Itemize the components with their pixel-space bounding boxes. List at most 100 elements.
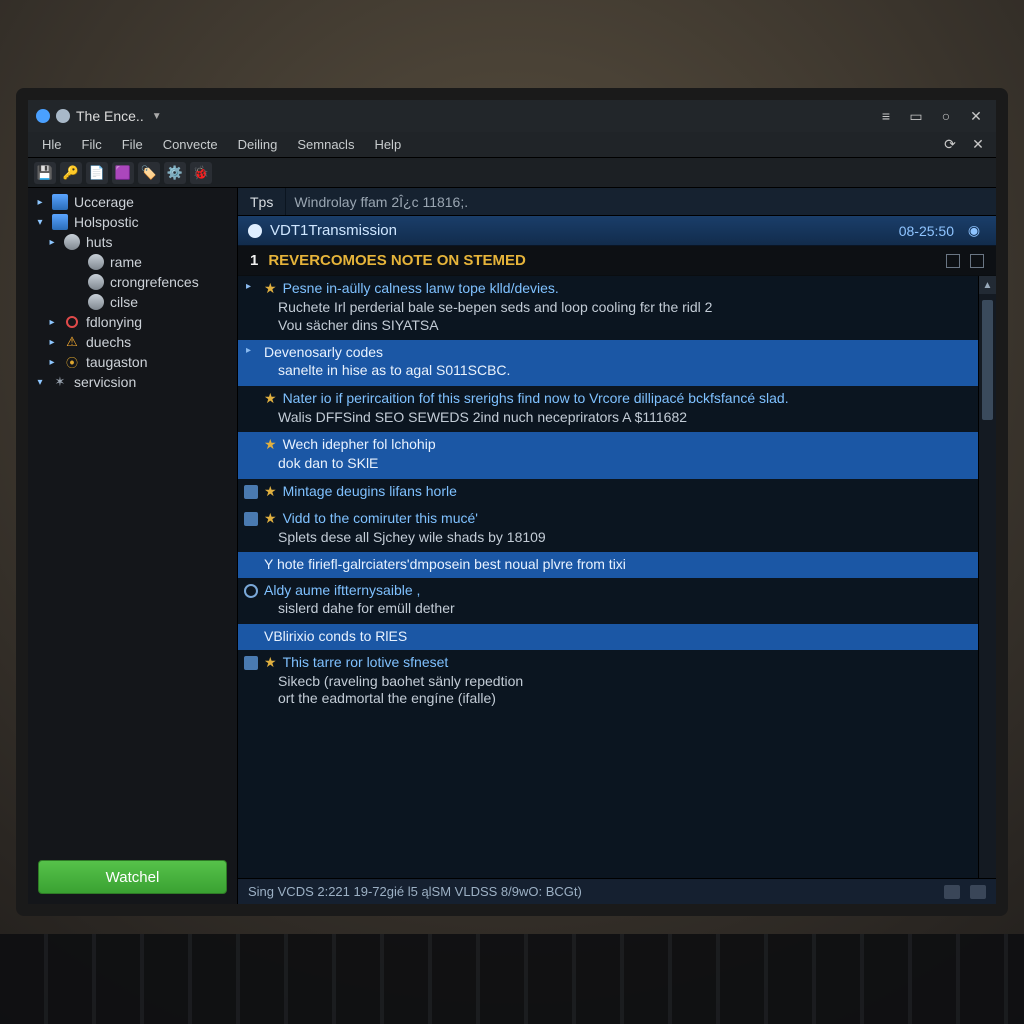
row-body: sanelte in hise as to agal S011SCBC. (264, 360, 968, 380)
sidebar-item[interactable]: crongrefences (30, 272, 237, 292)
twist-icon[interactable]: ▸ (34, 197, 46, 208)
panel-close-icon[interactable]: ✕ (966, 133, 990, 157)
twist-icon[interactable]: ▸ (46, 237, 58, 248)
twist-icon[interactable]: ▸ (46, 357, 58, 368)
content-pane: Tps Windrolay ffam 2Î¿c 11816;. VDT1Tran… (238, 188, 996, 904)
title-dropdown-icon[interactable]: ▼ (152, 111, 162, 122)
user-icon (88, 294, 104, 310)
twist-icon[interactable]: ▾ (34, 217, 46, 228)
close-button[interactable]: ✕ (964, 104, 988, 128)
sidebar-item-label: cilse (110, 294, 138, 310)
row-title: Devenosarly codes (264, 344, 383, 360)
star-icon: ★ (264, 390, 277, 406)
maximize-button[interactable]: ○ (934, 104, 958, 128)
sidebar-item[interactable]: ▸ ⚠ duechs (30, 332, 237, 352)
key-icon[interactable]: 🔑 (60, 162, 82, 184)
doc-icon (244, 485, 258, 499)
minimize-button[interactable]: ▭ (904, 104, 928, 128)
sidebar-item[interactable]: ▸ ⦿ taugaston (30, 352, 237, 372)
tab-path: Windrolay ffam 2Î¿c 11816;. (286, 188, 996, 215)
gear-icon[interactable]: ⚙️ (164, 162, 186, 184)
warning-icon: ⚠ (64, 334, 80, 350)
list-item[interactable]: ▸★Pesne in-aülly calness lanw tope klld/… (238, 276, 978, 340)
star-icon: ★ (264, 280, 277, 296)
list-item[interactable]: ★Mintage deugins lifans horle (238, 479, 978, 506)
sidebar-item-label: taugaston (86, 354, 148, 370)
menu-file[interactable]: File (114, 135, 151, 154)
row-body: Ruchete Irl perderial bale se-bepen seds… (264, 297, 968, 334)
star-icon: ★ (264, 483, 277, 499)
sidebar-item[interactable]: cilse (30, 292, 237, 312)
row-title: This tarre ror lotive sfneset (283, 654, 449, 670)
save-icon[interactable]: 💾 (34, 162, 56, 184)
list-item[interactable]: VBlirixio conds to RlES (238, 624, 978, 650)
titlebar: The Ence.. ▼ ≡ ▭ ○ ✕ (28, 100, 996, 132)
error-icon (64, 314, 80, 330)
lock-icon: ⦿ (64, 354, 80, 370)
scroll-up-icon[interactable]: ▲ (979, 276, 996, 294)
tabs: Tps Windrolay ffam 2Î¿c 11816;. (238, 188, 996, 216)
row-title: Y hote firiefl-galrciaters'dmposein best… (264, 556, 626, 572)
section-title: VDT1Transmission (270, 222, 397, 239)
tab-tps[interactable]: Tps (238, 188, 286, 215)
main-split: ▸Uccerage▾Holspostic▸huts rame crongrefenc… (28, 188, 996, 904)
menu-deiling[interactable]: Deiling (230, 135, 286, 154)
banner-box-icon[interactable] (946, 254, 960, 268)
row-twist-icon[interactable]: ▸ (246, 345, 251, 356)
tag-icon[interactable]: 🏷️ (138, 162, 160, 184)
menu-semnacls[interactable]: Semnacls (289, 135, 362, 154)
banner-box-icon-2[interactable] (970, 254, 984, 268)
row-body: dok dan to SKlE (264, 453, 968, 473)
row-body: Sikecb (raveling baohet sänly repedtiono… (264, 671, 968, 708)
list-item[interactable]: ▸ Devenosarly codessanelte in hise as to … (238, 340, 978, 386)
list-item[interactable]: ★Nater io if perircaition fof this sreri… (238, 386, 978, 433)
app-icon (36, 109, 50, 123)
gear-icon: ✶ (52, 374, 68, 390)
bug-icon[interactable]: 🐞 (190, 162, 212, 184)
sidebar-item[interactable]: rame (30, 252, 237, 272)
row-title: VBlirixio conds to RlES (264, 628, 407, 644)
status-icon-2[interactable] (970, 885, 986, 899)
scroll-thumb[interactable] (982, 300, 993, 420)
circle-icon (244, 584, 258, 598)
refresh-icon[interactable]: ⟳ (938, 133, 962, 157)
sidebar-item[interactable]: ▾ ✶ servicsion (30, 372, 237, 392)
cube-icon[interactable]: 🟪 (112, 162, 134, 184)
menu-filc[interactable]: Filc (74, 135, 110, 154)
sidebar-tree: ▸Uccerage▾Holspostic▸huts rame crongrefenc… (28, 188, 237, 850)
menu-convecte[interactable]: Convecte (155, 135, 226, 154)
list-item[interactable]: Y hote firiefl-galrciaters'dmposein best… (238, 552, 978, 578)
star-icon: ★ (264, 436, 277, 452)
menu-help[interactable]: Help (366, 135, 409, 154)
twist-icon[interactable]: ▸ (46, 317, 58, 328)
list-item[interactable]: ★This tarre ror lotive sfnesetSikecb (ra… (238, 650, 978, 714)
sidebar-item[interactable]: ▸huts (30, 232, 237, 252)
row-body: Splets dese all Sjchey wile shads by 181… (264, 527, 968, 547)
sidebar-item-label: rame (110, 254, 142, 270)
sidebar-item-label: servicsion (74, 374, 136, 390)
sidebar-item[interactable]: ▸fdlonying (30, 312, 237, 332)
star-icon: ★ (264, 510, 277, 526)
status-icon-1[interactable] (944, 885, 960, 899)
twist-icon[interactable]: ▸ (46, 337, 58, 348)
menu-hle[interactable]: Hle (34, 135, 70, 154)
sidebar-item[interactable]: ▾Holspostic (30, 212, 237, 232)
list-item[interactable]: ★Wech idepher fol lchohipdok dan to SKlE (238, 432, 978, 479)
watch-button[interactable]: Watchel (38, 860, 227, 894)
doc-icon (244, 656, 258, 670)
sidebar: ▸Uccerage▾Holspostic▸huts rame crongrefenc… (28, 188, 238, 904)
doc-icon[interactable]: 📄 (86, 162, 108, 184)
list-item[interactable]: Aldy aume iftternysaible ,sislerd dahe f… (238, 578, 978, 624)
twist-icon[interactable]: ▾ (34, 377, 46, 388)
menu-icon[interactable]: ≡ (874, 104, 898, 128)
list-item[interactable]: ★Vidd to the comiruter this mucé'Splets … (238, 506, 978, 553)
section-header: VDT1Transmission 08-25:50 ◉ (238, 216, 996, 246)
banner-text: REVERCOMOES NOTE ON STEMED (268, 252, 526, 269)
user-icon (64, 234, 80, 250)
scrollbar[interactable]: ▲ (978, 276, 996, 878)
row-twist-icon[interactable]: ▸ (246, 281, 251, 292)
sidebar-item-label: duechs (86, 334, 131, 350)
sidebar-item[interactable]: ▸Uccerage (30, 192, 237, 212)
message-list: ▸★Pesne in-aülly calness lanw tope klld/… (238, 276, 978, 878)
section-info-icon[interactable]: ◉ (962, 219, 986, 243)
